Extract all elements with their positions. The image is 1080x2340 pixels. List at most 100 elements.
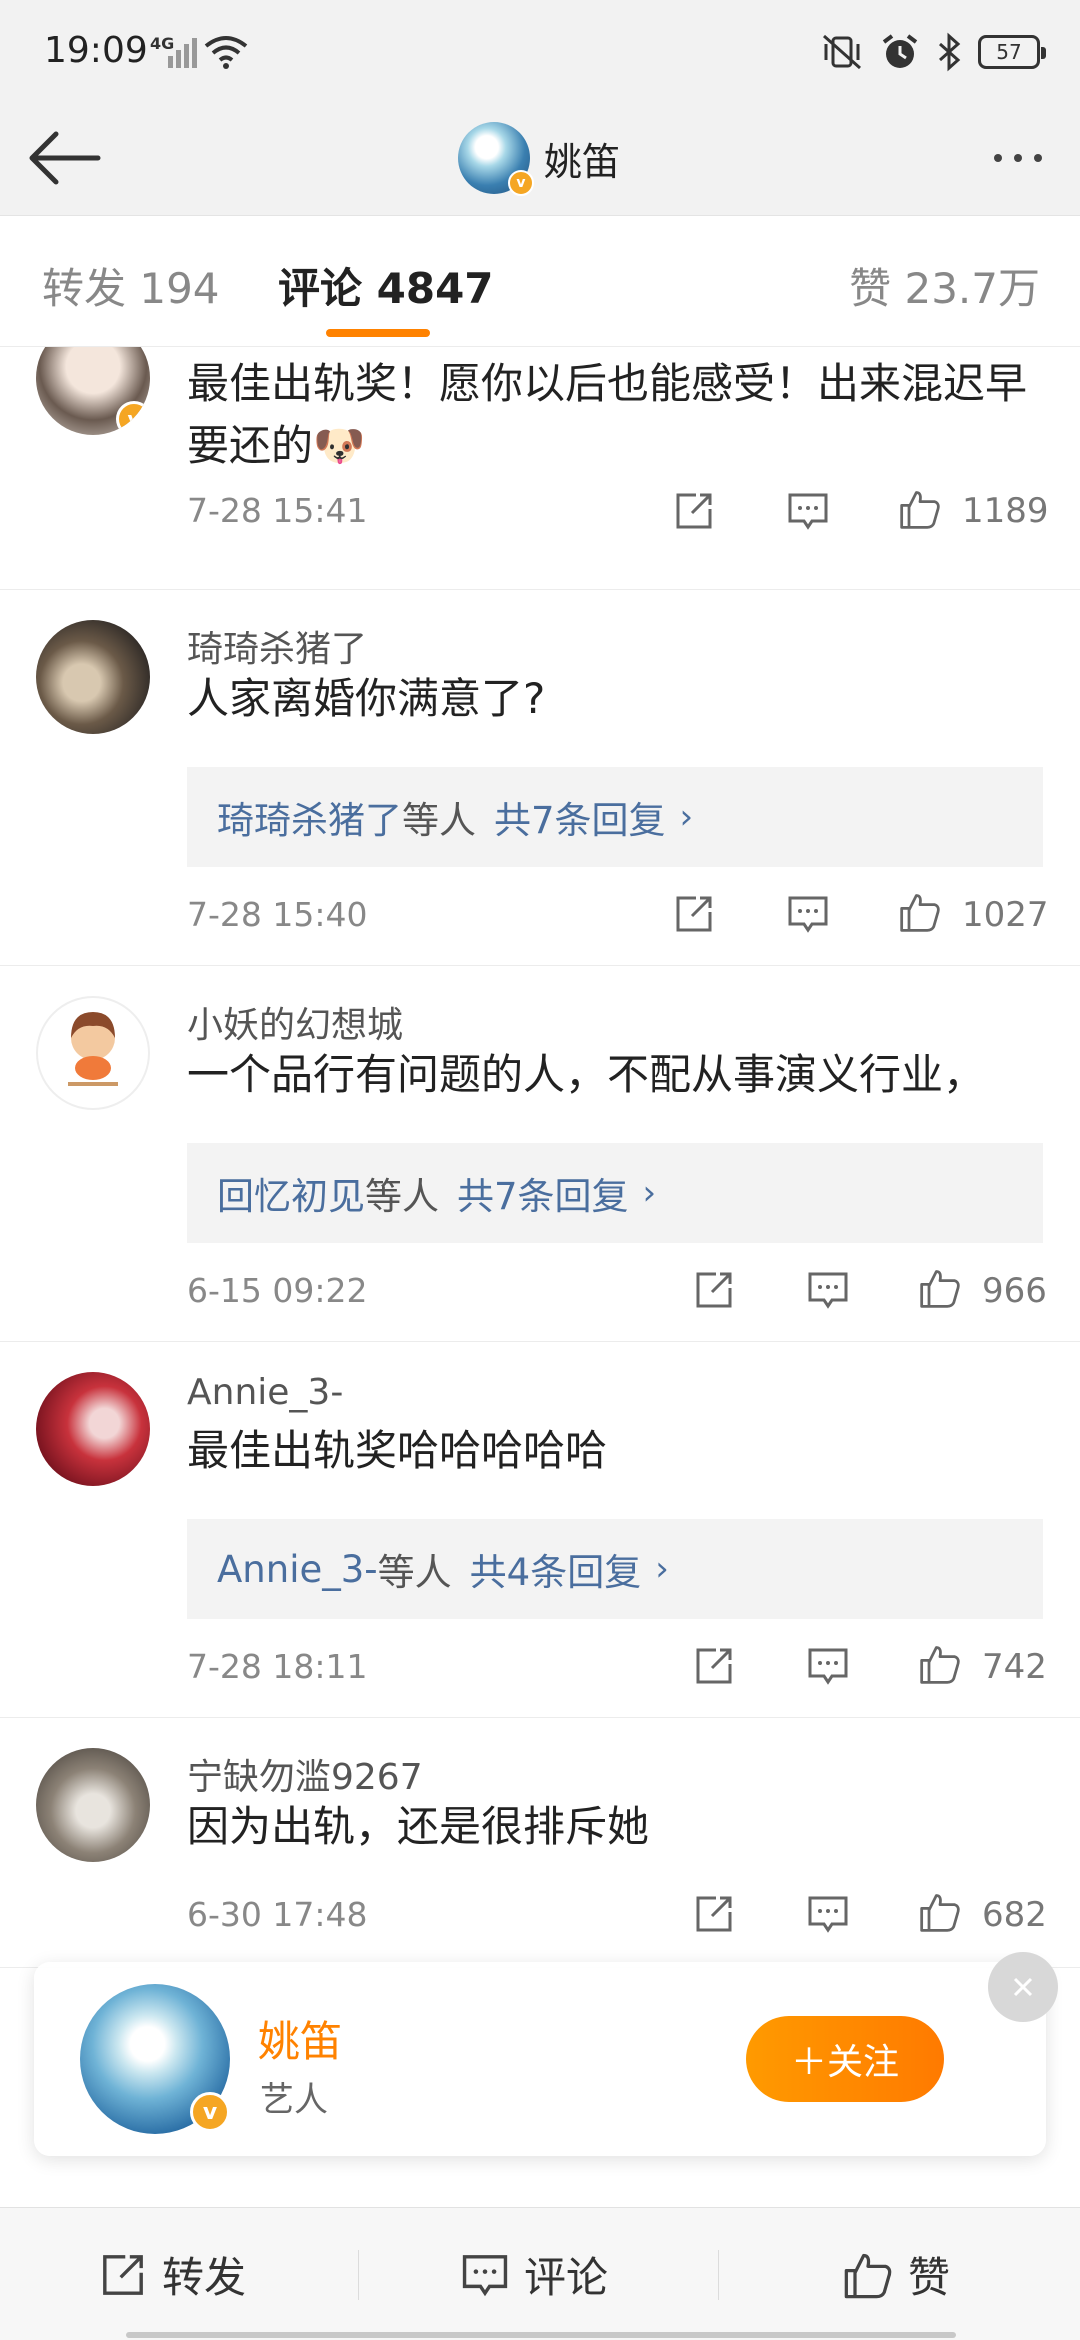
comment-time: 6-30 17:48 [187,1895,368,1934]
tab-repost[interactable]: 转发 194 [42,255,220,316]
verified-badge-icon: v [508,170,534,196]
status-time: 19:09 [44,30,148,71]
divider [358,2250,359,2300]
reply-count[interactable]: 共7条回复 [457,1166,629,1220]
comment-author[interactable]: 宁缺勿滥9267 [187,1748,423,1800]
avatar[interactable] [36,1372,150,1486]
reply-suffix: 等人 [402,799,476,842]
like-icon[interactable] [898,890,942,934]
repost-icon[interactable] [672,892,716,936]
comment-time: 7-28 15:40 [187,895,368,934]
follow-button[interactable]: ＋关注 [746,2016,944,2102]
reply-suffix: 等人 [377,1551,452,1594]
avatar[interactable] [36,1748,150,1862]
like-icon[interactable] [918,1266,962,1310]
divider [718,2250,719,2300]
comment-list[interactable]: v 最佳出轨奖！愿你以后也能感受！出来混迟早要还的🐶 7-28 15:41 11… [0,347,1080,2207]
page-title: 姚笛 [544,139,621,184]
back-arrow-icon [29,131,101,185]
alarm-icon [882,34,918,68]
back-button[interactable] [24,120,104,196]
repost-icon[interactable] [692,1268,736,1312]
status-icons: 57 [820,30,1046,74]
like-count: 742 [982,1647,1047,1687]
more-options-icon[interactable] [978,128,1058,188]
battery-icon: 57 [978,35,1046,69]
comment-label: 评论 [524,2253,609,2302]
bluetooth-icon [939,32,961,72]
reply-summary[interactable]: Annie_3- 等人 共4条回复 › [187,1519,1043,1619]
chevron-right-icon: › [655,1549,669,1589]
avatar[interactable]: v [80,1984,230,2134]
repost-icon[interactable] [672,489,716,533]
chevron-right-icon: › [642,1173,657,1213]
close-icon[interactable] [988,1952,1058,2022]
reply-users[interactable]: 琦琦杀猪了 [217,790,402,844]
like-icon[interactable] [918,1890,962,1934]
like-count: 1189 [962,491,1049,531]
wifi-icon [204,36,248,69]
follow-card-role: 艺人 [260,2080,328,2120]
comment-text: 因为出轨，还是很排斥她 [187,1802,650,1851]
avatar[interactable]: v [36,347,150,435]
verified-badge-icon: v [116,401,150,435]
comment-button[interactable]: 评论 [460,2208,608,2340]
tab-likes[interactable]: 赞 23.7万 [849,255,1040,316]
comment-text: 最佳出轨奖哈哈哈哈哈 [187,1426,608,1475]
comment-icon[interactable] [786,892,830,936]
like-icon[interactable] [918,1642,962,1686]
comment-time: 6-15 09:22 [187,1271,368,1310]
follow-card-name[interactable]: 姚笛 [258,2008,342,2069]
status-bar: 19:09 4G 57 [0,0,1080,100]
tab-indicator [326,329,430,337]
reply-count[interactable]: 共4条回复 [470,1542,642,1596]
reply-summary[interactable]: 回忆初见 等人 共7条回复 › [187,1143,1043,1243]
like-icon[interactable] [898,487,942,531]
bottom-action-bar: 转发 评论 赞 [0,2207,1080,2340]
like-button[interactable]: 赞 [842,2208,950,2340]
avatar[interactable] [36,996,150,1110]
follow-card: v 姚笛 艺人 ＋关注 [34,1952,1058,2156]
comment-icon[interactable] [806,1268,850,1312]
comment-author[interactable]: 琦琦杀猪了 [187,620,367,672]
comment-item: 小妖的幻想城 一个品行有问题的人，不配从事演义行业， 回忆初见 等人 共7条回复… [0,966,1080,1342]
repost-button[interactable]: 转发 [98,2208,246,2340]
navigation-bar: v 姚笛 [0,100,1080,216]
reply-suffix: 等人 [365,1175,439,1218]
comment-icon[interactable] [786,489,830,533]
comment-item: v 最佳出轨奖！愿你以后也能感受！出来混迟早要还的🐶 7-28 15:41 11… [0,347,1080,590]
repost-label: 转发 [162,2253,247,2302]
comment-author[interactable]: Annie_3- [187,1372,343,1413]
avatar[interactable]: v [458,122,534,196]
repost-icon[interactable] [692,1644,736,1688]
like-label: 赞 [908,2253,951,2302]
vibrate-mute-icon [823,34,861,70]
comment-text: 最佳出轨奖！愿你以后也能感受！出来混迟早要还的🐶 [187,359,1028,470]
header-profile[interactable]: v 姚笛 [458,114,620,202]
comment-item: 宁缺勿滥9267 因为出轨，还是很排斥她 6-30 17:48 682 [0,1718,1080,1968]
reply-users[interactable]: 回忆初见 [217,1166,365,1220]
reply-users[interactable]: Annie_3- [217,1548,378,1591]
comment-item: Annie_3- 最佳出轨奖哈哈哈哈哈 Annie_3- 等人 共4条回复 › … [0,1342,1080,1718]
like-count: 682 [982,1895,1047,1935]
comment-author[interactable]: 小妖的幻想城 [187,996,403,1048]
cartoon-avatar-icon [68,1012,118,1086]
reply-summary[interactable]: 琦琦杀猪了 等人 共7条回复 › [187,767,1043,867]
comment-item: 琦琦杀猪了 人家离婚你满意了? 琦琦杀猪了 等人 共7条回复 › 7-28 15… [0,590,1080,966]
comment-text: 人家离婚你满意了? [187,674,546,723]
avatar[interactable] [36,620,150,734]
comment-icon[interactable] [806,1644,850,1688]
like-count: 1027 [962,895,1049,935]
repost-icon [103,2254,143,2295]
home-indicator[interactable] [126,2332,956,2338]
signal-icon [168,38,197,68]
like-icon [844,2253,892,2298]
chevron-right-icon: › [679,797,694,837]
tab-comments[interactable]: 评论 4847 [278,255,494,316]
comment-icon[interactable] [806,1892,850,1936]
comment-time: 7-28 15:41 [187,491,368,530]
reply-count[interactable]: 共7条回复 [494,790,666,844]
comment-text: 一个品行有问题的人，不配从事演义行业， [187,1050,986,1099]
repost-icon[interactable] [692,1892,736,1936]
verified-badge-icon: v [190,2092,230,2132]
